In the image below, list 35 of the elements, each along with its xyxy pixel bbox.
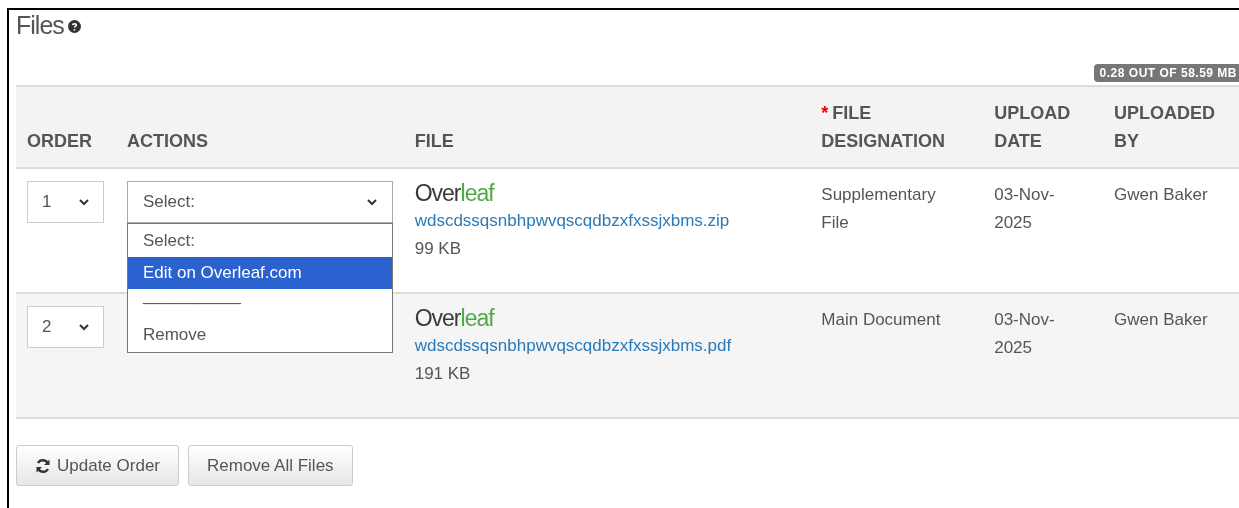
column-header: ORDER	[27, 130, 93, 153]
file-link[interactable]: wdscdssqsnbhpwvqscqdbzxfxssjxbms.pdf	[414, 332, 811, 360]
overleaf-logo[interactable]: Overleaf	[414, 306, 811, 332]
order-select[interactable]: 1	[27, 181, 104, 223]
remove-all-files-button[interactable]: Remove All Files	[188, 445, 353, 486]
file-size: 99 KB	[414, 238, 462, 260]
chevron-down-icon	[79, 198, 89, 206]
help-icon[interactable]	[67, 19, 81, 33]
refresh-icon	[35, 457, 51, 474]
column-header: ACTIONS	[126, 130, 209, 153]
column-header: UPLOADED BY	[1114, 102, 1217, 153]
menu-option[interactable]: Edit on Overleaf.com	[127, 257, 392, 289]
menu-separator: ___________	[141, 289, 242, 307]
upload-date: 03-Nov-2025	[994, 309, 1056, 359]
actions-select[interactable]: Select:	[126, 181, 393, 223]
overleaf-logo[interactable]: Overleaf	[414, 181, 811, 207]
file-link[interactable]: wdscdssqsnbhpwvqscqdbzxfxssjxbms.zip	[414, 207, 811, 235]
chevron-down-icon	[366, 198, 377, 206]
column-header: FILE	[414, 130, 455, 153]
storage-usage-badge: 0.28 OUT OF 58.59 MB	[1093, 64, 1239, 82]
chevron-down-icon	[79, 323, 89, 331]
uploader-name: Gwen Baker	[1114, 309, 1209, 331]
uploader-name: Gwen Baker	[1114, 184, 1209, 206]
section-title: Files	[16, 10, 64, 42]
order-select[interactable]: 2	[27, 306, 104, 348]
column-header: UPLOAD DATE	[994, 102, 1072, 153]
column-header: * FILE DESIGNATION	[821, 102, 946, 153]
menu-option[interactable]: Remove	[127, 319, 392, 351]
file-designation: Supplementary File	[821, 184, 937, 234]
required-asterisk: *	[821, 103, 829, 123]
file-size: 191 KB	[414, 363, 472, 385]
menu-option[interactable]: Select:	[127, 225, 392, 257]
file-designation: Main Document	[821, 309, 942, 331]
upload-date: 03-Nov-2025	[994, 184, 1056, 234]
update-order-button[interactable]: Update Order	[16, 445, 179, 486]
